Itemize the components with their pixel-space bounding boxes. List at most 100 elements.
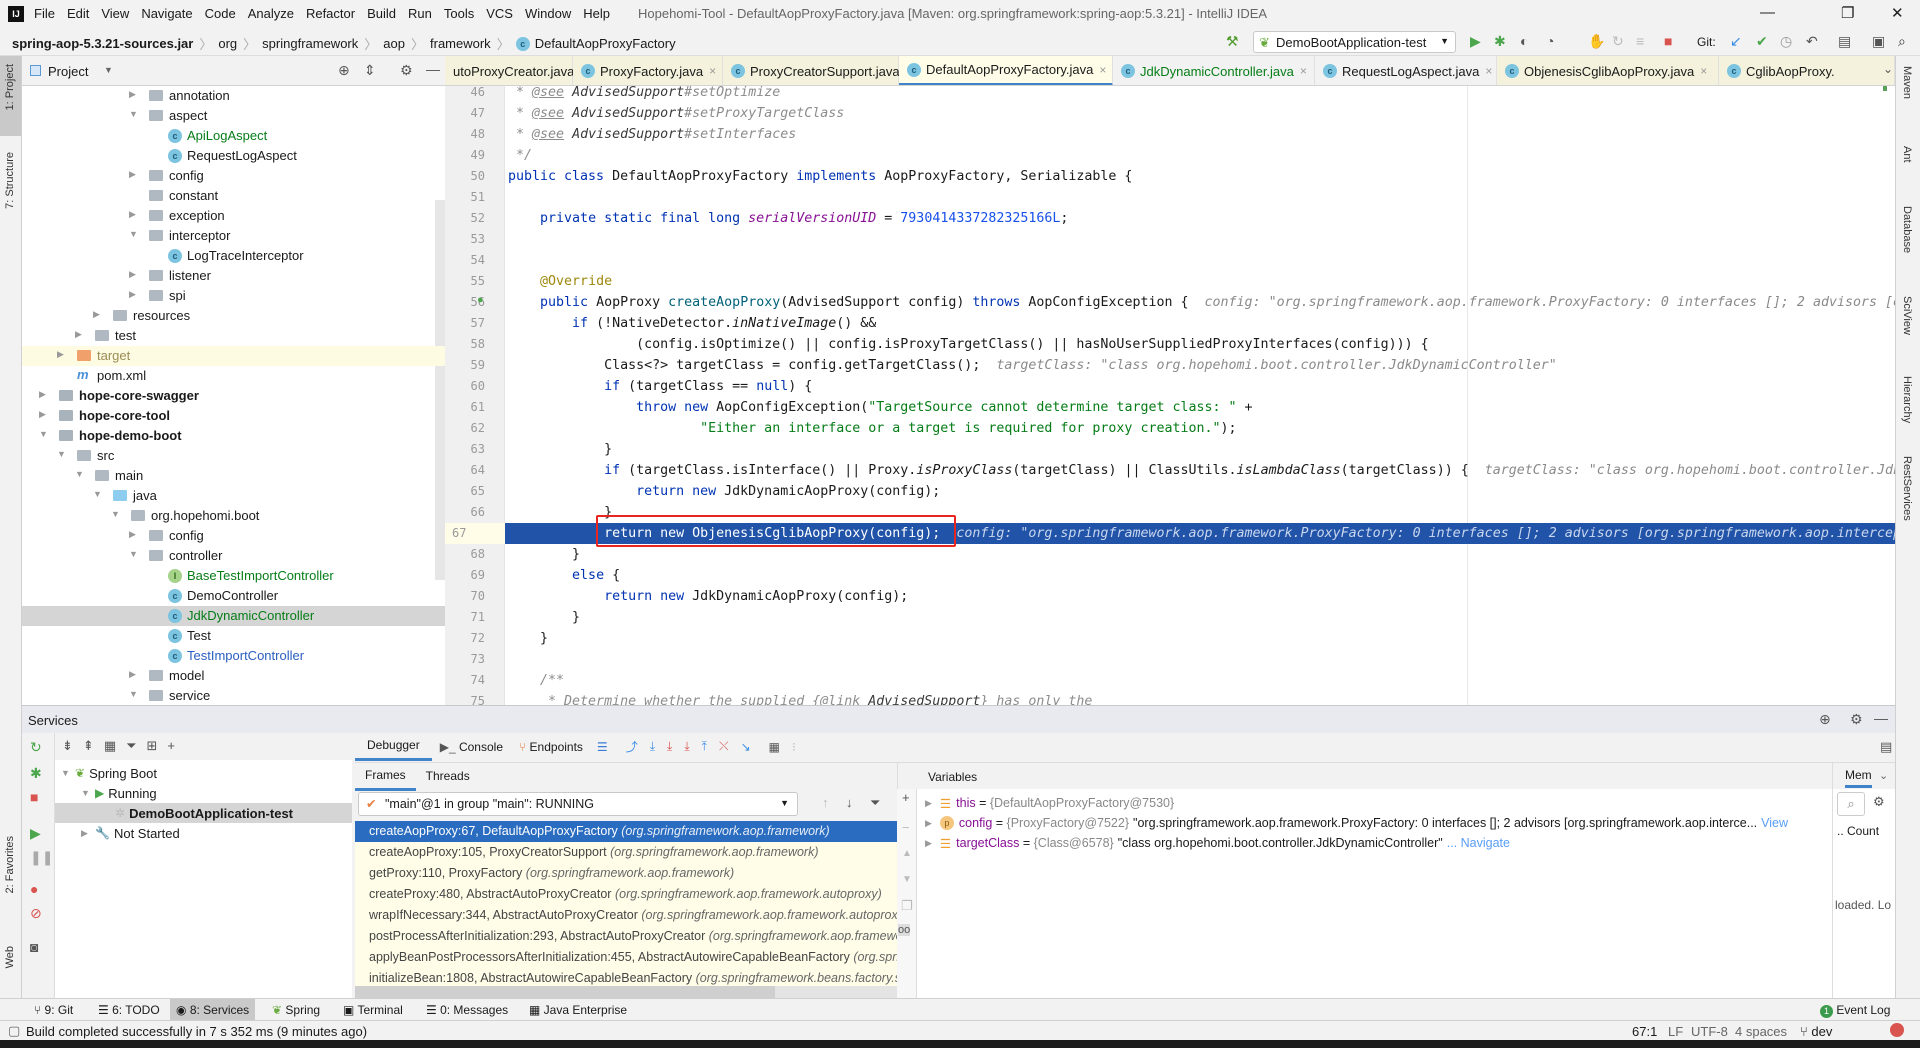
tool-window-database[interactable]: Database (1901, 206, 1913, 253)
tree-item[interactable]: c DemoController (22, 586, 445, 606)
pause-icon[interactable]: ❚❚ (30, 849, 53, 866)
expanded-arrow-icon[interactable]: ▼ (39, 429, 48, 439)
memory-search-icon[interactable]: ⌕ (1837, 792, 1865, 816)
tree-item[interactable]: constant (22, 186, 445, 206)
variable-link[interactable]: View (1761, 816, 1788, 830)
debug-icon[interactable]: ✱ (30, 765, 42, 782)
menu-analyze[interactable]: Analyze (248, 6, 294, 21)
tree-item[interactable]: ▶ hope-core-swagger (22, 386, 445, 406)
tree-item[interactable]: ▼ service (22, 686, 445, 705)
previous-frame-icon[interactable]: ↑ (822, 795, 829, 810)
hide-icon[interactable]: — (1874, 710, 1888, 726)
expand-arrow-icon[interactable]: ▶ (925, 798, 932, 809)
watches-icon[interactable]: oo (898, 924, 911, 936)
chevron-down-icon[interactable]: ▼ (104, 65, 113, 75)
tree-arrow-icon[interactable]: ▼ (61, 768, 75, 778)
stack-frame[interactable]: createAopProxy:67, DefaultAopProxyFactor… (355, 821, 915, 842)
tree-item[interactable]: ▼ controller (22, 546, 445, 566)
step-out-icon[interactable]: ⤒ (702, 739, 707, 754)
collapsed-arrow-icon[interactable]: ▶ (129, 669, 136, 680)
breadcrumb-item[interactable]: DefaultAopProxyFactory (535, 36, 676, 51)
breadcrumb-item[interactable]: springframework (262, 36, 358, 51)
locate-icon[interactable]: ⊕ (338, 62, 350, 79)
git-rollback-icon[interactable]: ↶ (1806, 33, 1818, 50)
expanded-arrow-icon[interactable]: ▼ (129, 229, 138, 239)
tool-window-structure[interactable]: 7: Structure (4, 152, 16, 209)
breadcrumb-item[interactable]: aop (383, 36, 405, 51)
stack-frame[interactable]: wrapIfNecessary:344, AbstractAutoProxyCr… (355, 905, 915, 926)
rerun-icon[interactable]: ↻ (30, 739, 42, 756)
tree-item[interactable]: ▶ config (22, 166, 445, 186)
tree-item[interactable]: ▶ annotation (22, 86, 445, 106)
tree-item[interactable]: ▶ config (22, 526, 445, 546)
tree-arrow-icon[interactable]: ▼ (81, 788, 95, 798)
chevron-down-icon[interactable]: ⌄ (1879, 769, 1888, 782)
move-up-icon[interactable]: ▲ (902, 848, 912, 859)
file-encoding[interactable]: UTF-8 (1691, 1024, 1728, 1039)
tool-window-maven[interactable]: Maven (1901, 66, 1913, 99)
resume-icon[interactable]: ▶ (30, 825, 41, 842)
tree-item[interactable]: I BaseTestImportController (22, 566, 445, 586)
variable-row[interactable]: ▶ ☰ targetClass = {Class@6578} "class org.h… (925, 833, 1510, 853)
group-icon[interactable]: ▦ (104, 738, 116, 754)
service-tree-item[interactable]: ✲ DemoBootApplication-test (55, 803, 352, 823)
menu-window[interactable]: Window (525, 6, 571, 21)
collapsed-arrow-icon[interactable]: ▶ (93, 309, 100, 320)
tab-frames[interactable]: Frames (355, 762, 416, 791)
menu-refactor[interactable]: Refactor (306, 6, 355, 21)
tree-arrow-icon[interactable]: ▶ (81, 828, 95, 839)
code-editor[interactable]: * @see AdvisedSupport#setOptimize * @see… (505, 86, 1895, 705)
expanded-arrow-icon[interactable]: ▼ (57, 449, 66, 459)
filter-icon[interactable]: ⏷ (870, 795, 880, 811)
layout-icon[interactable]: ☰ (597, 740, 608, 754)
breadcrumb-item[interactable]: framework (430, 36, 491, 51)
tree-item[interactable]: c ApiLogAspect (22, 126, 445, 146)
tree-item[interactable]: c LogTraceInterceptor (22, 246, 445, 266)
attach-icon[interactable]: ✋ (1588, 33, 1605, 50)
tool-tab-services[interactable]: ◉ 8: Services (170, 999, 256, 1021)
add-watch-icon[interactable]: + (902, 790, 910, 805)
tree-item[interactable]: ▶ hope-core-tool (22, 406, 445, 426)
expand-arrow-icon[interactable]: ▶ (925, 838, 932, 849)
search-everywhere-icon[interactable]: ⌕ (1898, 33, 1906, 50)
error-indicator-icon[interactable] (1890, 1023, 1904, 1037)
tree-item[interactable]: ▼ interceptor (22, 226, 445, 246)
menu-build[interactable]: Build (367, 6, 396, 21)
show-execution-point-icon[interactable]: ⤴ (626, 738, 638, 755)
tree-item[interactable]: c TestImportController (22, 646, 445, 666)
add-service-icon[interactable]: + (167, 738, 175, 753)
expanded-arrow-icon[interactable]: ▼ (129, 109, 138, 119)
tool-window-favorites[interactable]: 2: Favorites (4, 836, 16, 893)
editor-tab[interactable]: c RequestLogAspect.java × (1315, 56, 1497, 85)
tab-endpoints[interactable]: ⑂ Endpoints (511, 734, 591, 760)
menu-help[interactable]: Help (583, 6, 610, 21)
menu-edit[interactable]: Edit (67, 6, 89, 21)
profile-icon[interactable]: ◔ (1546, 33, 1554, 49)
stack-frame[interactable]: applyBeanPostProcessorsAfterInitializati… (355, 947, 915, 968)
close-tab-icon[interactable]: × (1099, 63, 1106, 77)
tab-memory[interactable]: Mem (1845, 768, 1872, 788)
minimize-button[interactable]: — (1760, 4, 1775, 21)
tab-debugger[interactable]: Debugger (355, 732, 432, 761)
project-view-select[interactable]: Project (48, 64, 88, 79)
step-icon[interactable]: ≡ (1636, 33, 1644, 49)
remove-watch-icon[interactable]: − (902, 820, 910, 835)
collapsed-arrow-icon[interactable]: ▶ (75, 329, 82, 340)
expanded-arrow-icon[interactable]: ▼ (75, 469, 84, 479)
variable-row[interactable]: ▶ ☰ this = {DefaultAopProxyFactory@7530} (925, 793, 1174, 813)
expanded-arrow-icon[interactable]: ▼ (93, 489, 102, 499)
editor-tab[interactable]: c JdkDynamicController.java × (1113, 56, 1315, 85)
move-down-icon[interactable]: ▼ (902, 874, 912, 885)
collapsed-arrow-icon[interactable]: ▶ (129, 209, 136, 220)
step-into-icon[interactable]: ⤓ (667, 739, 672, 754)
menu-vcs[interactable]: VCS (486, 6, 513, 21)
tab-threads[interactable]: Threads (416, 763, 480, 789)
tree-item[interactable]: ▶ listener (22, 266, 445, 286)
close-tab-icon[interactable]: × (1300, 64, 1307, 78)
tree-item[interactable]: ▼ main (22, 466, 445, 486)
tree-item[interactable]: c RequestLogAspect (22, 146, 445, 166)
tool-tab-git[interactable]: ⑂ 9: Git (28, 999, 79, 1021)
collapsed-arrow-icon[interactable]: ▶ (129, 169, 136, 180)
tree-item[interactable]: ▼ java (22, 486, 445, 506)
filter-icon[interactable]: ⏷ (126, 738, 136, 754)
